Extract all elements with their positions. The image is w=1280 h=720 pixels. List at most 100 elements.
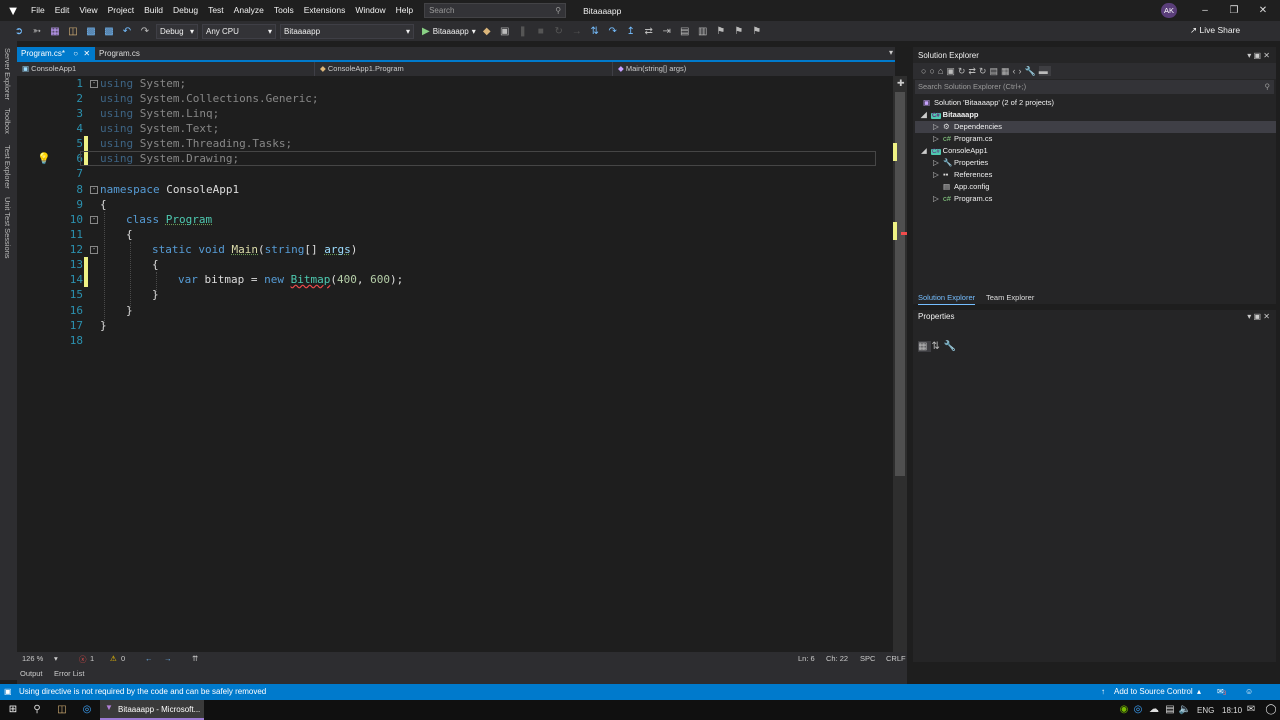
tab-error-list[interactable]: Error List	[54, 669, 84, 678]
tree-project-consoleapp1[interactable]: ◢ C# ConsoleApp1	[921, 145, 988, 157]
properties-wrench-icon[interactable]: 🔧	[1025, 66, 1039, 76]
error-icon[interactable]: ⓧ	[79, 654, 87, 665]
view-code-icon[interactable]: ‹›	[1013, 66, 1025, 76]
tree-program-cs-2[interactable]: ▷ c# Program.cs	[933, 193, 992, 205]
diagnostics-icon[interactable]: ▣	[498, 26, 512, 37]
close-icon[interactable]: ✕	[83, 49, 90, 58]
collapse-icon[interactable]: -	[90, 186, 98, 194]
warning-count[interactable]: 0	[121, 654, 125, 663]
pending-changes-icon[interactable]: ↻	[958, 66, 969, 76]
collapse-icon[interactable]: -	[90, 80, 98, 88]
navigate-back-icon[interactable]: ➲	[12, 26, 26, 37]
nvidia-icon[interactable]: ◉	[1117, 703, 1131, 717]
indent-icon[interactable]: ⇥	[660, 26, 674, 37]
search-icon[interactable]: ⚲	[30, 703, 44, 717]
refresh-icon[interactable]: ↻	[979, 66, 990, 76]
pause-icon[interactable]: ❚	[516, 26, 530, 37]
taskbar-visual-studio[interactable]: ▼ Bitaaaapp - Microsoft...	[100, 700, 204, 720]
solution-platform-select[interactable]: Any CPU ▾	[202, 23, 276, 39]
tab-output[interactable]: Output	[20, 669, 43, 678]
sync-icon[interactable]: ⇄	[968, 66, 979, 76]
menu-debug[interactable]: Debug	[168, 0, 203, 21]
switch-views-icon[interactable]: ▣	[946, 66, 958, 76]
menu-project[interactable]: Project	[103, 0, 139, 21]
undo-icon[interactable]: ↶	[120, 26, 134, 37]
navigate-forward-icon[interactable]: ➳	[30, 26, 44, 37]
file-explorer-icon[interactable]: ◫	[55, 703, 69, 717]
collapsed-arrow-icon[interactable]: ▷	[933, 169, 943, 181]
menu-tools[interactable]: Tools	[269, 0, 299, 21]
tree-app-config[interactable]: ▤ App.config	[943, 181, 989, 193]
error-count[interactable]: 1	[90, 654, 94, 663]
collapse-icon[interactable]: -	[90, 216, 98, 224]
solution-config-select[interactable]: Debug ▾	[156, 23, 198, 39]
menu-help[interactable]: Help	[391, 0, 418, 21]
network-icon[interactable]: ▤	[1163, 703, 1177, 717]
tree-solution[interactable]: ▣ Solution 'Bitaaaapp' (2 of 2 projects)	[923, 97, 1054, 109]
collapsed-arrow-icon[interactable]: ▷	[933, 157, 943, 169]
add-to-source-control[interactable]: Add to Source Control	[1114, 687, 1193, 696]
bookmark-prev-icon[interactable]: ⚑	[732, 26, 746, 37]
arrow-right-icon[interactable]: →	[164, 654, 172, 663]
tab-program-cs-active[interactable]: Program.cs* ○ ✕	[17, 47, 95, 60]
forward-icon[interactable]: ○	[929, 66, 937, 76]
search-input[interactable]: Search ⚲	[424, 3, 567, 18]
menu-view[interactable]: View	[74, 0, 102, 21]
arrow-left-icon[interactable]: ←	[145, 654, 153, 663]
menu-edit[interactable]: Edit	[50, 0, 75, 21]
tab-program-cs[interactable]: Program.cs	[95, 47, 144, 60]
expanded-arrow-icon[interactable]: ◢	[921, 145, 931, 157]
menu-analyze[interactable]: Analyze	[229, 0, 269, 21]
tree-dependencies[interactable]: ▷ ⚙ Dependencies	[933, 121, 1002, 133]
tab-toolbox[interactable]: Toolbox	[3, 108, 12, 134]
chevron-up-icon[interactable]: ▴	[1197, 687, 1201, 696]
edge-tray-icon[interactable]: ◎	[1131, 703, 1145, 717]
step-over-icon[interactable]: ↷	[606, 26, 620, 37]
restore-icon[interactable]: ❐	[1219, 0, 1249, 21]
warning-icon[interactable]: ⚠	[110, 654, 117, 663]
show-all-files-icon[interactable]: ▦	[1001, 66, 1013, 76]
tab-dropdown-icon[interactable]: ▾	[889, 48, 893, 57]
tree-project-bitaaaapp[interactable]: ◢ C# Bitaaaapp	[921, 109, 979, 121]
comment-icon[interactable]: ▤	[678, 26, 692, 37]
zoom-level[interactable]: 126 %	[22, 654, 43, 663]
tab-unit-test-sessions[interactable]: Unit Test Sessions	[3, 197, 12, 259]
expanded-arrow-icon[interactable]: ◢	[921, 109, 931, 121]
pin-icon[interactable]: ○	[73, 49, 78, 58]
language-indicator[interactable]: ENG	[1197, 706, 1214, 715]
start-debugging-button[interactable]: ▶ Bitaaaapp ▾	[422, 26, 476, 37]
line-ending[interactable]: CRLF	[886, 654, 906, 663]
panel-controls[interactable]: ▾ ▣ ✕	[1247, 310, 1270, 324]
save-icon[interactable]: ▩	[84, 26, 98, 37]
preview-icon[interactable]: ▬	[1038, 66, 1051, 76]
collapsed-arrow-icon[interactable]: ▷	[933, 133, 943, 145]
minimize-icon[interactable]: –	[1190, 0, 1220, 21]
save-all-icon[interactable]: ▩	[102, 26, 116, 37]
type-dropdown[interactable]: ◆ ConsoleApp1.Program	[315, 62, 613, 76]
show-next-statement-icon[interactable]: →	[570, 26, 584, 37]
menu-build[interactable]: Build	[139, 0, 168, 21]
tab-team-explorer[interactable]: Team Explorer	[986, 291, 1034, 304]
menu-window[interactable]: Window	[350, 0, 390, 21]
feedback-icon[interactable]: ☺	[1245, 687, 1253, 696]
split-icon[interactable]: ✚	[897, 78, 905, 89]
property-pages-icon[interactable]: 🔧	[944, 341, 960, 352]
tree-properties[interactable]: ▷ 🔧 Properties	[933, 157, 988, 169]
chevron-down-icon[interactable]: ▾	[54, 654, 58, 663]
live-share-button[interactable]: ↗ Live Share	[1190, 25, 1240, 36]
project-dropdown[interactable]: ▣ ConsoleApp1	[17, 62, 315, 76]
alphabetical-icon[interactable]: ⇅	[931, 341, 943, 352]
step-into-icon[interactable]: ⇅	[588, 26, 602, 37]
bookmark-next-icon[interactable]: ⚑	[750, 26, 764, 37]
whitespace-mode[interactable]: SPC	[860, 654, 875, 663]
bookmark-icon[interactable]: ⚑	[714, 26, 728, 37]
new-project-icon[interactable]: ▦	[48, 26, 62, 37]
menu-file[interactable]: File	[26, 0, 50, 21]
notification-center-icon[interactable]: ✉	[1244, 703, 1258, 717]
hot-reload-icon[interactable]: ⇄	[642, 26, 656, 37]
lightbulb-icon[interactable]: 💡	[37, 152, 51, 165]
member-dropdown[interactable]: ◆ Main(string[] args)	[613, 62, 895, 76]
collapsed-arrow-icon[interactable]: ▷	[933, 121, 943, 133]
stop-icon[interactable]: ■	[534, 26, 548, 37]
collapse-all-icon[interactable]: ▤	[989, 66, 1001, 76]
